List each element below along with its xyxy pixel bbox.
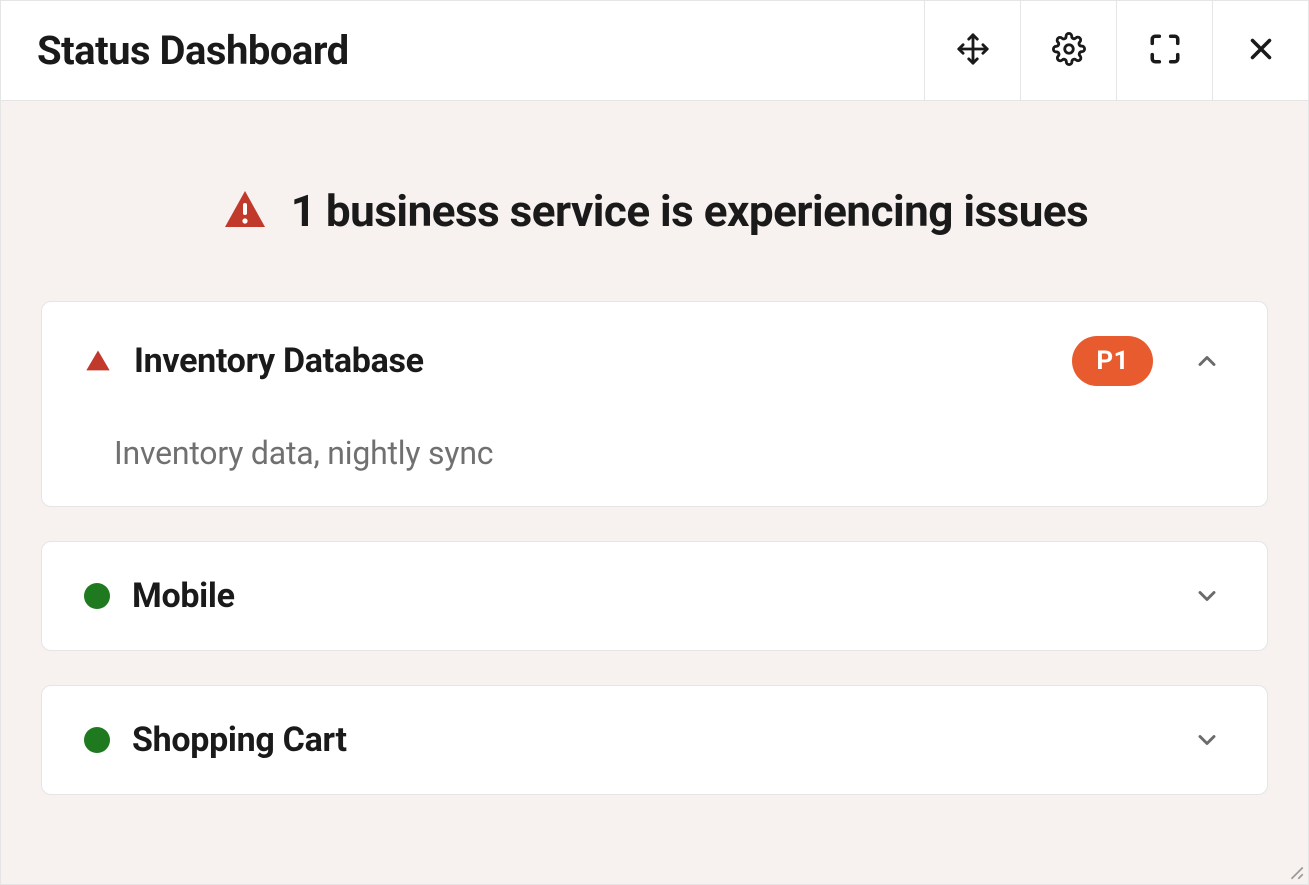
service-row[interactable]: Mobile [84, 576, 1225, 616]
status-ok-icon [84, 583, 110, 609]
status-dashboard-window: Status Dashboard [0, 0, 1309, 885]
service-name: Mobile [132, 576, 1153, 616]
service-description: Inventory data, nightly sync [84, 434, 1225, 472]
service-name: Inventory Database [134, 341, 1050, 381]
chevron-down-icon [1189, 578, 1225, 614]
service-card-inventory-database: Inventory Database P1 Inventory data, ni… [41, 301, 1268, 507]
services-list: Inventory Database P1 Inventory data, ni… [41, 301, 1268, 835]
chevron-up-icon [1189, 343, 1225, 379]
move-icon [956, 32, 990, 70]
priority-badge: P1 [1072, 336, 1153, 386]
close-button[interactable] [1212, 1, 1308, 100]
page-title: Status Dashboard [1, 1, 924, 100]
banner-text: 1 business service is experiencing issue… [291, 185, 1088, 237]
chevron-down-icon [1189, 722, 1225, 758]
header-bar: Status Dashboard [1, 1, 1308, 101]
move-button[interactable] [924, 1, 1020, 100]
fullscreen-button[interactable] [1116, 1, 1212, 100]
header-buttons [924, 1, 1308, 100]
alert-triangle-icon [221, 187, 269, 235]
status-banner: 1 business service is experiencing issue… [41, 101, 1268, 301]
settings-button[interactable] [1020, 1, 1116, 100]
status-ok-icon [84, 727, 110, 753]
fullscreen-icon [1148, 32, 1182, 70]
gear-icon [1052, 32, 1086, 70]
service-name: Shopping Cart [132, 720, 1153, 760]
service-card-shopping-cart: Shopping Cart [41, 685, 1268, 795]
service-row[interactable]: Inventory Database P1 [84, 336, 1225, 386]
service-card-mobile: Mobile [41, 541, 1268, 651]
resize-handle[interactable] [1287, 863, 1305, 881]
content-area: 1 business service is experiencing issue… [1, 101, 1308, 884]
close-icon [1244, 32, 1278, 70]
alert-triangle-icon [84, 347, 112, 375]
service-row[interactable]: Shopping Cart [84, 720, 1225, 760]
